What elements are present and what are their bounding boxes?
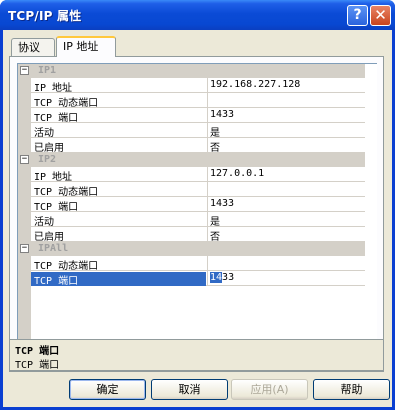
tab-protocol[interactable]: 协议: [11, 38, 55, 56]
properties-window: TCP/IP 属性 ? ✕ 协议 IP 地址 − IP1 IP 地址 192.1…: [0, 0, 395, 410]
dialog-client: 协议 IP 地址 − IP1 IP 地址 192.168.227.128 TCP…: [3, 30, 392, 407]
property-row[interactable]: 活动 是: [31, 123, 365, 139]
property-name: 活动: [34, 128, 54, 139]
description-title: TCP 端口: [15, 346, 60, 357]
close-icon[interactable]: ✕: [370, 5, 391, 26]
property-name: IP 地址: [34, 172, 73, 183]
property-name: TCP 端口: [34, 202, 79, 213]
property-row[interactable]: 已启用 否: [31, 227, 365, 243]
property-name: 已启用: [34, 232, 64, 243]
apply-button[interactable]: 应用(A): [231, 379, 308, 400]
property-value[interactable]: 否: [207, 227, 364, 243]
property-row[interactable]: TCP 动态端口: [31, 182, 365, 198]
property-name: 已启用: [34, 143, 64, 154]
category-label: IPAll: [38, 243, 69, 254]
category-label: IP2: [38, 154, 57, 165]
tab-ip-addresses[interactable]: IP 地址: [56, 36, 116, 57]
property-name: TCP 端口: [31, 272, 206, 287]
property-name: TCP 动态端口: [34, 187, 99, 198]
category-ipall[interactable]: − IPAll: [18, 242, 365, 256]
property-row[interactable]: TCP 端口 1433: [31, 197, 365, 213]
property-row[interactable]: TCP 端口 1433: [31, 108, 365, 124]
grid-gutter: [18, 64, 31, 364]
property-value[interactable]: 否: [207, 138, 364, 154]
cancel-button[interactable]: 取消: [151, 379, 228, 400]
property-value[interactable]: [207, 93, 364, 107]
unselected-text: 33: [222, 272, 235, 283]
property-value[interactable]: 1433: [207, 197, 364, 211]
tab-panel: − IP1 IP 地址 192.168.227.128 TCP 动态端口 TCP…: [9, 56, 384, 372]
property-value[interactable]: 127.0.0.1: [207, 167, 364, 181]
property-name: IP 地址: [34, 83, 73, 94]
property-row[interactable]: TCP 动态端口: [31, 256, 365, 272]
property-value[interactable]: [207, 182, 364, 196]
property-name: TCP 端口: [34, 113, 79, 124]
category-label: IP1: [38, 65, 57, 76]
collapse-icon[interactable]: −: [20, 155, 29, 164]
collapse-icon[interactable]: −: [20, 66, 29, 75]
selected-text: 14: [210, 272, 223, 283]
property-row[interactable]: IP 地址 192.168.227.128: [31, 78, 365, 94]
property-value[interactable]: 192.168.227.128: [207, 78, 364, 92]
property-value[interactable]: 1433: [207, 108, 364, 122]
description-text: TCP 端口: [15, 360, 60, 371]
property-row[interactable]: 活动 是: [31, 212, 365, 228]
property-name: TCP 动态端口: [34, 98, 99, 109]
property-row[interactable]: TCP 动态端口: [31, 93, 365, 109]
property-row-selected[interactable]: TCP 端口 1433: [31, 271, 365, 287]
ok-button[interactable]: 确定: [69, 379, 146, 400]
property-value[interactable]: 是: [207, 212, 364, 228]
help-button[interactable]: 帮助: [313, 379, 390, 400]
property-value[interactable]: 是: [207, 123, 364, 139]
description-pane: TCP 端口 TCP 端口: [9, 339, 384, 371]
property-value-editor[interactable]: 1433: [207, 271, 364, 285]
window-title: TCP/IP 属性: [8, 9, 82, 23]
collapse-icon[interactable]: −: [20, 244, 29, 253]
property-row[interactable]: 已启用 否: [31, 138, 365, 154]
property-row[interactable]: IP 地址 127.0.0.1: [31, 167, 365, 183]
help-icon[interactable]: ?: [347, 5, 368, 26]
title-bar[interactable]: TCP/IP 属性 ? ✕: [0, 0, 395, 30]
property-grid: − IP1 IP 地址 192.168.227.128 TCP 动态端口 TCP…: [17, 63, 377, 365]
grid-scrollbar-area: [365, 64, 377, 364]
property-name: 活动: [34, 217, 54, 228]
category-ip2[interactable]: − IP2: [18, 153, 365, 167]
property-value[interactable]: [207, 256, 364, 270]
category-ip1[interactable]: − IP1: [18, 64, 365, 78]
property-name: TCP 动态端口: [34, 261, 99, 272]
